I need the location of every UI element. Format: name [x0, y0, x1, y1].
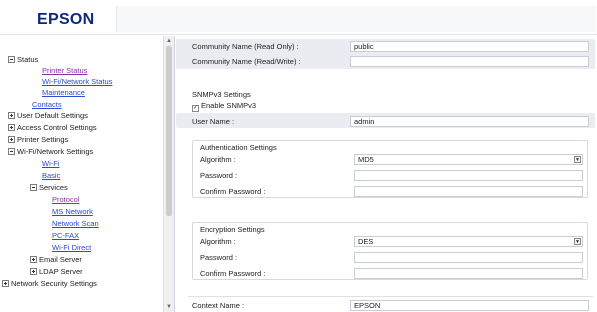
auth-password-label: Password : — [200, 171, 238, 180]
expand-icon[interactable] — [8, 136, 15, 143]
header-banner-area — [116, 6, 596, 32]
sidebar-item-label[interactable]: Protocol — [52, 195, 80, 204]
sidebar-item-maintenance[interactable]: Maintenance — [42, 87, 85, 98]
sidebar-item-label: Status — [17, 55, 39, 64]
sidebar-item-protocol[interactable]: Protocol — [52, 194, 80, 205]
header-bar: EPSON — [0, 0, 597, 35]
sidebar-item-label: Printer Settings — [17, 135, 69, 144]
sidebar-item-label: Access Control Settings — [17, 123, 97, 132]
user-name-label: User Name : — [192, 117, 235, 126]
community-read-write-input[interactable] — [350, 56, 589, 67]
sidebar-item-label: Services — [39, 183, 68, 192]
sidebar-item-wi-fi[interactable]: Wi-Fi — [42, 158, 60, 169]
enc-password-label: Password : — [200, 253, 238, 262]
scroll-up-arrow-icon[interactable]: ▲ — [166, 38, 172, 44]
expand-icon[interactable] — [8, 112, 15, 119]
community-read-only-label: Community Name (Read Only) : — [192, 42, 299, 51]
sidebar-item-wi-fi-network-settings[interactable]: Wi-Fi/Network Settings — [8, 146, 93, 157]
auth-algorithm-select[interactable]: MD5 ▼ — [354, 154, 583, 165]
epson-logo: EPSON — [37, 11, 95, 28]
auth-confirm-password-input[interactable] — [354, 186, 583, 197]
scroll-down-arrow-icon[interactable]: ▼ — [166, 304, 172, 310]
sidebar-item-label: User Default Settings — [17, 111, 88, 120]
sidebar-scrollbar[interactable]: ▲ ▼ — [163, 36, 174, 312]
snmpv3-settings-title: SNMPv3 Settings — [192, 90, 251, 99]
sidebar-item-label[interactable]: Wi-Fi Direct — [52, 243, 91, 252]
sidebar-item-network-scan[interactable]: Network Scan — [52, 218, 99, 229]
community-read-only-input[interactable]: public — [350, 41, 589, 52]
sidebar-item-label[interactable]: Network Scan — [52, 219, 99, 228]
sidebar-item-contacts[interactable]: Contacts — [32, 99, 62, 110]
sidebar-item-ms-network[interactable]: MS Network — [52, 206, 93, 217]
sidebar-item-label: Network Security Settings — [11, 279, 97, 288]
chevron-down-icon[interactable]: ▼ — [574, 238, 581, 245]
navigation-sidebar: Status Printer Status Wi-Fi/Network Status… — [0, 36, 175, 312]
expand-icon[interactable] — [30, 256, 37, 263]
auth-algorithm-value: MD5 — [358, 155, 374, 164]
section-divider — [188, 296, 593, 297]
auth-algorithm-label: Algorithm : — [200, 155, 236, 164]
scrollbar-thumb[interactable] — [166, 46, 172, 216]
sidebar-item-network-security-settings[interactable]: Network Security Settings — [2, 278, 97, 289]
sidebar-item-wi-fi-direct[interactable]: Wi-Fi Direct — [52, 242, 91, 253]
community-read-write-label: Community Name (Read/Write) : — [192, 57, 301, 66]
sidebar-item-label[interactable]: Wi-Fi — [42, 159, 60, 168]
settings-panel: Community Name (Read Only) : public Comm… — [176, 36, 597, 312]
sidebar-item-label[interactable]: Contacts — [32, 100, 62, 109]
enable-snmpv3-label: Enable SNMPv3 — [201, 101, 257, 110]
context-name-label: Context Name : — [192, 301, 245, 310]
sidebar-item-ldap-server[interactable]: LDAP Server — [30, 266, 83, 277]
sidebar-item-services[interactable]: Services — [30, 182, 68, 193]
sidebar-item-access-control-settings[interactable]: Access Control Settings — [8, 122, 97, 133]
auth-password-input[interactable] — [354, 170, 583, 181]
context-name-input[interactable]: EPSON — [350, 300, 589, 311]
sidebar-item-label: LDAP Server — [39, 267, 83, 276]
enable-snmpv3-option[interactable]: ✓ Enable SNMPv3 — [192, 101, 256, 112]
sidebar-item-label[interactable]: PC-FAX — [52, 231, 79, 240]
sidebar-item-printer-settings[interactable]: Printer Settings — [8, 134, 68, 145]
chevron-down-icon[interactable]: ▼ — [574, 156, 581, 163]
sidebar-item-pc-fax[interactable]: PC-FAX — [52, 230, 79, 241]
enc-algorithm-select[interactable]: DES ▼ — [354, 236, 583, 247]
encryption-settings-title: Encryption Settings — [200, 225, 265, 234]
sidebar-item-user-default-settings[interactable]: User Default Settings — [8, 110, 88, 121]
enc-algorithm-value: DES — [358, 237, 374, 246]
sidebar-item-label[interactable]: Wi-Fi/Network Status — [42, 77, 112, 86]
sidebar-item-label: Email Server — [39, 255, 82, 264]
enable-snmpv3-checkbox[interactable]: ✓ — [192, 105, 199, 112]
enc-confirm-password-label: Confirm Password : — [200, 269, 266, 278]
enc-confirm-password-input[interactable] — [354, 268, 583, 279]
sidebar-item-wi-fi-network-status[interactable]: Wi-Fi/Network Status — [42, 76, 112, 87]
collapse-icon[interactable] — [30, 184, 37, 191]
enc-password-input[interactable] — [354, 252, 583, 263]
collapse-icon[interactable] — [8, 56, 15, 63]
expand-icon[interactable] — [8, 124, 15, 131]
expand-icon[interactable] — [2, 280, 9, 287]
sidebar-item-label[interactable]: MS Network — [52, 207, 93, 216]
sidebar-item-printer-status[interactable]: Printer Status — [42, 65, 87, 76]
sidebar-item-label[interactable]: Maintenance — [42, 88, 85, 97]
enc-algorithm-label: Algorithm : — [200, 237, 236, 246]
sidebar-item-basic[interactable]: Basic — [42, 170, 60, 181]
sidebar-item-label[interactable]: Printer Status — [42, 66, 87, 75]
expand-icon[interactable] — [30, 268, 37, 275]
sidebar-item-status[interactable]: Status — [8, 54, 38, 65]
auth-confirm-password-label: Confirm Password : — [200, 187, 266, 196]
collapse-icon[interactable] — [8, 148, 15, 155]
user-name-input[interactable]: admin — [350, 116, 589, 127]
sidebar-item-label: Wi-Fi/Network Settings — [17, 147, 94, 156]
sidebar-item-label[interactable]: Basic — [42, 171, 60, 180]
authentication-settings-title: Authentication Settings — [200, 143, 277, 152]
sidebar-item-email-server[interactable]: Email Server — [30, 254, 82, 265]
